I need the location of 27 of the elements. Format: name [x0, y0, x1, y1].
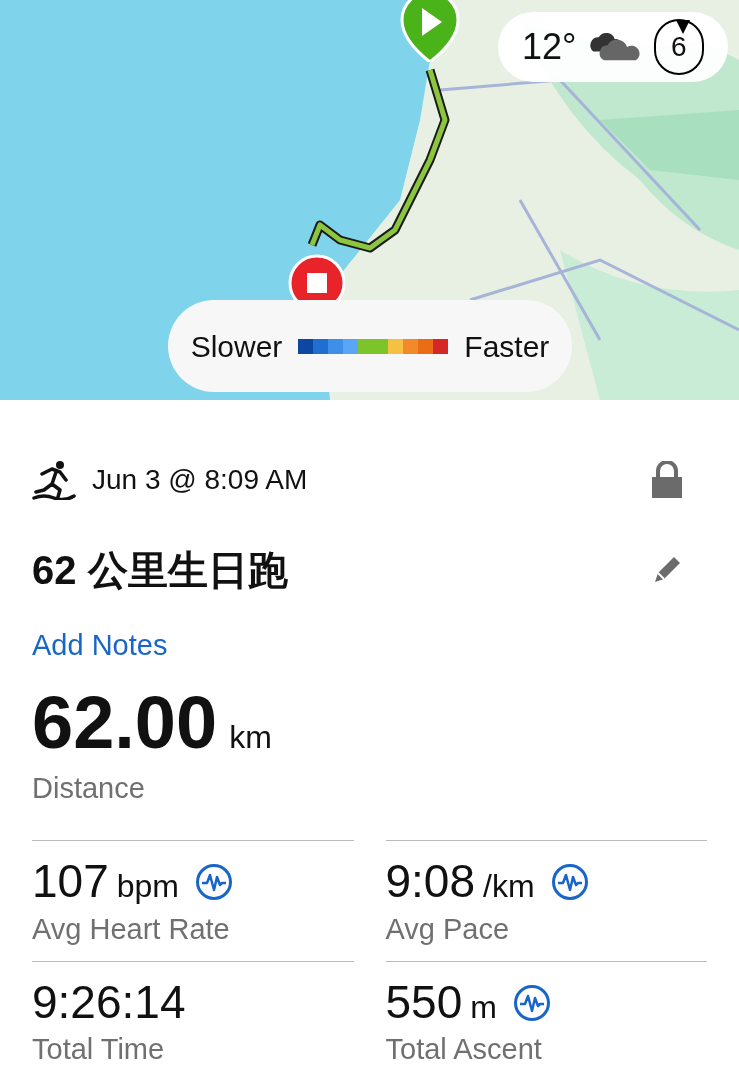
stat-value: 9:26:14 [32, 974, 186, 1030]
stat-label: Avg Pace [385, 911, 511, 947]
slower-label: Slower [190, 328, 283, 365]
stat-unit: bpm [116, 866, 179, 906]
distance-label: Distance [32, 770, 146, 806]
activity-title: 62 公里生日跑 [32, 547, 288, 594]
stat-unit: m [470, 987, 497, 1027]
lock-icon[interactable] [651, 461, 683, 499]
distance-unit: km [229, 717, 272, 757]
temperature: 12° [522, 25, 577, 69]
stat-value: 9:08 [385, 854, 476, 909]
stat-label: Total Ascent [385, 1032, 543, 1068]
wind-speed: 6 [671, 30, 687, 64]
faster-label: Faster [464, 328, 550, 365]
distance-value: 62.00 [32, 685, 218, 760]
stat-value: 550 [385, 974, 463, 1030]
start-pin-icon [400, 0, 460, 62]
stat-value: 107 [32, 854, 109, 909]
activity-date: Jun 3 @ 8:09 AM [92, 463, 308, 497]
heartbeat-chart-icon[interactable] [550, 862, 589, 901]
stat-label: Avg Heart Rate [32, 911, 231, 947]
add-notes-link[interactable]: Add Notes [32, 624, 168, 668]
heartbeat-chart-icon[interactable] [512, 983, 551, 1022]
heartbeat-chart-icon[interactable] [195, 862, 233, 901]
stat-label: Total Time [32, 1032, 166, 1068]
running-icon [32, 460, 76, 500]
stat-unit: /km [483, 866, 535, 906]
